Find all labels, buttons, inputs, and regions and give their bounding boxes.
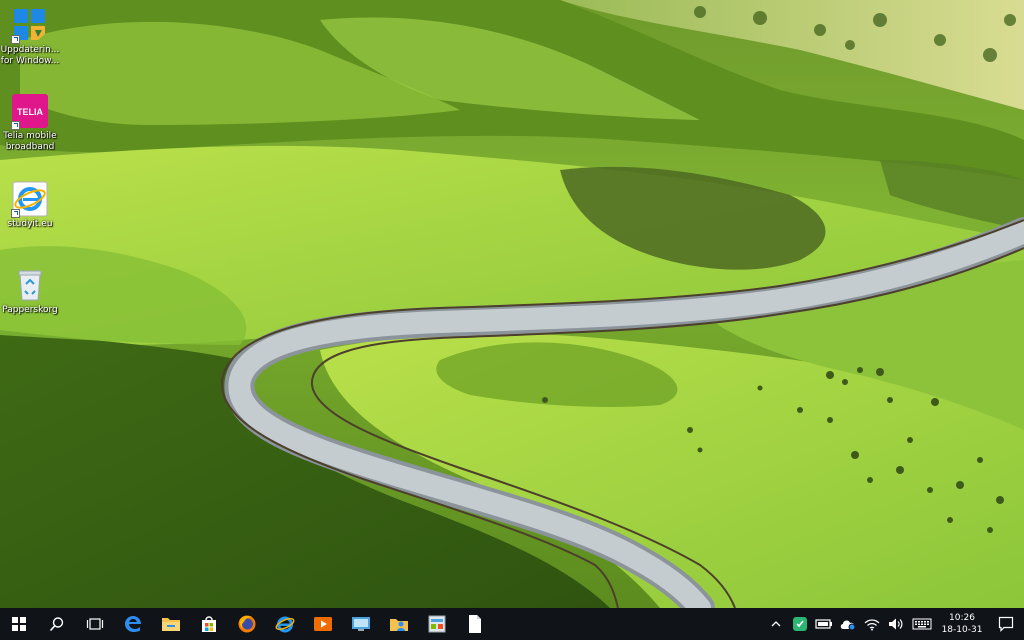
task-view-icon (86, 618, 104, 630)
taskbar-file-explorer[interactable] (152, 608, 190, 640)
firefox-icon (238, 615, 256, 633)
user-folder-icon (390, 619, 408, 631)
desktop-icon-label: Uppdaterin... for Window... (0, 45, 60, 66)
taskbar-control-panel[interactable] (418, 608, 456, 640)
desktop-icon-label: Telia mobile broadband (3, 131, 57, 152)
tray-show-hidden[interactable] (764, 608, 788, 640)
tray-battery[interactable] (812, 608, 836, 640)
desktop-icon-studyit[interactable]: studyit.eu (0, 180, 60, 230)
internet-explorer-icon (275, 616, 295, 633)
taskbar-internet-explorer[interactable] (266, 608, 304, 640)
tray-wifi[interactable] (860, 608, 884, 640)
taskbar-edge[interactable] (114, 608, 152, 640)
taskbar: 10:26 18-10-31 (0, 608, 1024, 640)
store-icon (202, 616, 216, 632)
tray-onedrive[interactable] (836, 608, 860, 640)
green-app-icon (793, 617, 807, 631)
shortcut-arrow-icon (11, 121, 20, 130)
chevron-up-icon (771, 621, 781, 627)
document-icon (469, 615, 481, 633)
taskbar-remote-desktop[interactable] (342, 608, 380, 640)
tray-app[interactable] (788, 608, 812, 640)
battery-icon (815, 619, 832, 629)
clock-time: 10:26 (949, 613, 975, 623)
taskbar-firefox[interactable] (228, 608, 266, 640)
action-center-button[interactable] (988, 608, 1024, 640)
taskbar-media-player[interactable] (304, 608, 342, 640)
speaker-icon (889, 618, 903, 630)
desktop-icon-label: studyit.eu (7, 219, 53, 229)
shortcut-arrow-icon (11, 35, 20, 44)
desktop[interactable]: Uppdaterin... for Window... TELIA Telia … (0, 0, 1024, 640)
clock-date: 18-10-31 (941, 625, 983, 635)
taskbar-clock[interactable]: 10:26 18-10-31 (936, 608, 988, 640)
windows-update-icon (11, 6, 49, 44)
task-view-button[interactable] (76, 608, 114, 640)
search-icon (49, 617, 64, 632)
recycle-bin-icon (11, 266, 49, 304)
notification-icon (998, 616, 1014, 632)
taskbar-file-manager[interactable] (380, 608, 418, 640)
windows-logo-icon (12, 617, 26, 631)
internet-explorer-icon (11, 180, 49, 218)
taskbar-store[interactable] (190, 608, 228, 640)
desktop-icon-label: Papperskorg (2, 305, 58, 315)
wifi-icon (864, 619, 880, 631)
search-button[interactable] (38, 608, 76, 640)
desktop-icon-recycle-bin[interactable]: Papperskorg (0, 266, 60, 316)
start-button[interactable] (0, 608, 38, 640)
cloud-icon (840, 620, 856, 631)
keyboard-icon (912, 618, 932, 630)
shortcut-arrow-icon (11, 209, 20, 218)
folder-icon (162, 618, 180, 631)
wallpaper (0, 0, 1024, 608)
control-panel-icon (428, 615, 446, 633)
edge-icon (125, 616, 141, 632)
desktop-icon-windows-update[interactable]: Uppdaterin... for Window... (0, 6, 60, 67)
taskbar-notepad[interactable] (456, 608, 494, 640)
tray-keyboard[interactable] (908, 608, 936, 640)
media-player-icon (314, 617, 332, 631)
remote-desktop-icon (352, 617, 370, 631)
desktop-icon-telia[interactable]: TELIA Telia mobile broadband (0, 92, 60, 153)
telia-icon: TELIA (11, 92, 49, 130)
tray-volume[interactable] (884, 608, 908, 640)
telia-badge-text: TELIA (17, 107, 43, 117)
